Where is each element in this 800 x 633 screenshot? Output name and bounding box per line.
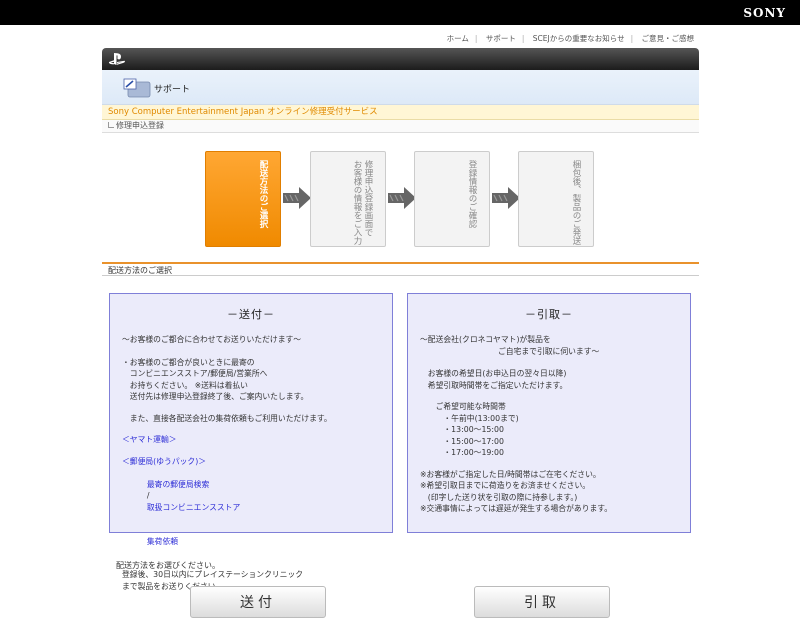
pickup-request-row: 集荷依頼 [122, 525, 382, 560]
pickup-button[interactable]: 引取 [474, 586, 610, 618]
pickup-slot: ・13:00～15:00 [420, 425, 504, 434]
yubin-sublinks: 最寄の郵便局検索 / 取扱コンビニエンスストア [122, 467, 382, 525]
step-arrow-icon [283, 187, 311, 209]
send-para1: ・お客様のご都合が良いときに最寄の コンビニエンスストア/郵便局/営業所へ お持… [122, 357, 309, 402]
pickup-option-box: －引取－ ～配送会社(クロネコヤマト)が製品を ご自宅まで引取に伺います～ お客… [407, 293, 691, 533]
step-3-label: 登録情報のご確認 [467, 160, 477, 228]
breadcrumb-label: 修理申込登録 [116, 121, 164, 130]
pickup-heading: －引取－ [525, 308, 573, 321]
step-2-enter-info: 修理申込登録画面で お客様の情報をご入力 [310, 151, 386, 247]
breadcrumb: 修理申込登録 [102, 120, 699, 133]
pickup-slot: ・午前中(13:00まで) [420, 413, 519, 423]
pickup-slot: ・17:00～19:00 [420, 448, 504, 457]
step-3-confirm: 登録情報のご確認 [414, 151, 490, 247]
service-name-bar: Sony Computer Entertainment Japan オンライン修… [102, 105, 699, 120]
top-bar: SONY [0, 0, 800, 25]
support-title: サポート [154, 85, 191, 95]
step-arrow-icon [388, 187, 416, 209]
breadcrumb-corner-icon [108, 122, 114, 128]
yubin-link[interactable]: ＜郵便局(ゆうパック)＞ [122, 456, 382, 468]
pickup-request-link[interactable]: 集荷依頼 [147, 537, 178, 546]
link-support[interactable]: サポート [486, 34, 516, 43]
select-instruction: 配送方法をお選びください。 [116, 561, 220, 570]
pickup-notes: ※お客様がご指定した日/時間帯はご在宅ください。 ※希望引取日までに荷造りをお済… [420, 469, 613, 514]
link-feedback[interactable]: ご意見・ご感想 [642, 34, 695, 43]
link-important-notice[interactable]: SCEJからの重要なお知らせ [533, 34, 625, 43]
yamato-link[interactable]: ＜ヤマト運輸＞ [122, 434, 382, 446]
send-para2: また、直接各配送会社の集荷依頼もご利用いただけます。 [122, 413, 332, 423]
step-4-ship: 梱包後、製品のご発送 [518, 151, 594, 247]
sony-logo[interactable]: SONY [743, 6, 786, 20]
step-4-label: 梱包後、製品のご発送 [571, 160, 581, 245]
step-2-label: 修理申込登録画面で お客様の情報をご入力 [352, 160, 373, 245]
send-option-box: －送付－ ～お客様のご都合に合わせてお送りいただけます～ ・お客様のご都合が良い… [109, 293, 393, 591]
top-links: ホーム | サポート | SCEJからの重要なお知らせ | ご意見・ご感想 [446, 34, 695, 43]
playstation-logo-icon[interactable] [108, 52, 126, 66]
send-intro: ～お客様のご都合に合わせてお送りいただけます～ [122, 335, 302, 344]
playstation-bar [102, 48, 699, 70]
section-title: 配送方法のご選択 [102, 262, 699, 276]
step-1-label: 配送方法のご選択 [258, 160, 268, 228]
step-arrow-icon [492, 187, 520, 209]
send-button[interactable]: 送付 [190, 586, 326, 618]
post-office-search-link[interactable]: 最寄の郵便局検索 [147, 480, 209, 489]
support-header: サポート [102, 70, 699, 105]
pickup-intro: ～配送会社(クロネコヤマト)が製品を ご自宅まで引取に伺います～ [420, 335, 600, 356]
main-frame: サポート Sony Computer Entertainment Japan オ… [102, 48, 699, 133]
pickup-slot: ・15:00～17:00 [420, 436, 504, 446]
link-separator: / [146, 491, 150, 500]
link-home[interactable]: ホーム [447, 34, 469, 43]
pickup-para1: お客様の希望日(お申込日の翌々日以降) 希望引取時間帯をご指定いただけます。 [427, 369, 568, 390]
pickup-slots-title: ご希望可能な時間帯 [420, 402, 506, 411]
convenience-store-link[interactable]: 取扱コンビニエンスストア [147, 503, 240, 512]
step-1-delivery-method: 配送方法のご選択 [205, 151, 281, 247]
support-folder-icon [123, 78, 151, 98]
send-heading: －送付－ [227, 308, 275, 321]
